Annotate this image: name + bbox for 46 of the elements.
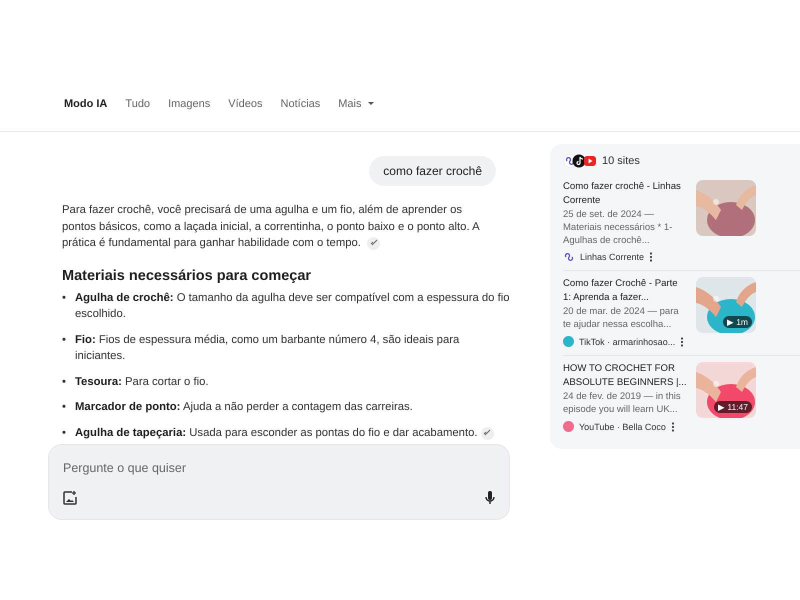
nav-tab[interactable]: Notícias <box>272 96 330 112</box>
source-snippet: 20 de mar. de 2024 — para te ajudar nessa escolha... <box>563 305 680 331</box>
bullet-marker: • <box>62 426 67 440</box>
source-card[interactable]: Como fazer Crochê - Parte 1: Aprenda a fazer... 20 de mar. de 2024 — para te ajudar nessa escolha... TikTok · armarinhosao... ▶ 1m <box>563 277 800 356</box>
nav-tab[interactable]: Vídeos <box>219 96 272 112</box>
bullet-marker: • <box>62 400 67 415</box>
caret-icon <box>368 102 374 106</box>
more-icon[interactable] <box>680 336 684 346</box>
bullet-item: Agulha de tapeçaria: Usada para esconder as pontas do fio e dar acabamento. <box>75 426 478 440</box>
source-title[interactable]: Como fazer Crochê - Parte 1: Aprenda a fazer... <box>563 277 688 304</box>
video-duration: ▶ 11:47 <box>714 401 752 413</box>
nav-tab[interactable]: Mais <box>329 96 382 112</box>
source-name: Linhas Corrente <box>580 252 644 262</box>
bullet-item: Marcador de ponto: Ajuda a não perder a contagem das carreiras. <box>75 400 413 415</box>
site-logos-icon <box>563 154 597 168</box>
sites-count: 10 sites <box>602 155 640 167</box>
source-card[interactable]: Como fazer crochê - Linhas Corrente 25 de set. de 2024 — Materiais necessários * 1- Agulhas de crochê... Linhas Corrente <box>563 180 800 271</box>
more-icon[interactable] <box>670 422 675 432</box>
nav-tab[interactable]: Tudo <box>116 96 160 112</box>
link-icon[interactable] <box>480 426 494 440</box>
source-title[interactable]: HOW TO CROCHET FOR ABSOLUTE BEGINNERS |... <box>563 362 688 389</box>
source-snippet: 24 de fev. de 2019 — in this episode you will learn UK... <box>563 390 682 416</box>
source-card[interactable]: HOW TO CROCHET FOR ABSOLUTE BEGINNERS |... 24 de fev. de 2019 — in this episode you will learn UK... YouTube · Bella Coco ▶ 11:47 <box>563 362 800 440</box>
section-heading: Materiais necessários para começar <box>62 268 312 284</box>
video-duration: ▶ 1m <box>722 316 752 328</box>
bullet-item: Fio: Fios de espessura média, como um barbante número 4, são ideais para iniciantes. <box>75 332 460 364</box>
source-snippet: 25 de set. de 2024 — Materiais necessários * 1- Agulhas de crochê... <box>563 208 674 247</box>
prompt-box[interactable]: Pergunte o que quiser <box>48 444 510 520</box>
source-title[interactable]: Como fazer crochê - Linhas Corrente <box>563 180 688 207</box>
site-logo-icon <box>563 253 575 261</box>
source-name: TikTok · armarinhosao... <box>579 336 676 346</box>
bullet-item: Agulha de crochê: O tamanho da agulha deve ser compatível com a espessura do fio escolhido. <box>75 290 510 322</box>
prompt-field[interactable]: Pergunte o que quiser <box>63 455 495 481</box>
add-image-icon[interactable] <box>63 491 77 505</box>
microphone-icon[interactable] <box>485 491 495 505</box>
answer-paragraph: Para fazer crochê, você precisará de uma agulha e um fio, além de aprender os pontos básicos, como a laçada inicial, a correntinha, o ponto baixo e o ponto alto. A prática é fundamental para ganhar habilidade com o tempo. <box>62 203 480 252</box>
bullet-marker: • <box>62 332 67 348</box>
nav-tab[interactable]: Modo IA <box>55 96 116 112</box>
link-icon[interactable] <box>367 236 380 250</box>
query-bubble: como fazer crochê <box>369 156 496 186</box>
bullet-marker: • <box>62 374 67 390</box>
source-name: YouTube · Bella Coco <box>579 422 666 432</box>
bullet-item: Tesoura: Para cortar o fio. <box>75 374 209 390</box>
more-icon[interactable] <box>649 252 654 262</box>
nav-tab[interactable]: Imagens <box>159 96 220 112</box>
bullet-marker: • <box>62 290 67 306</box>
